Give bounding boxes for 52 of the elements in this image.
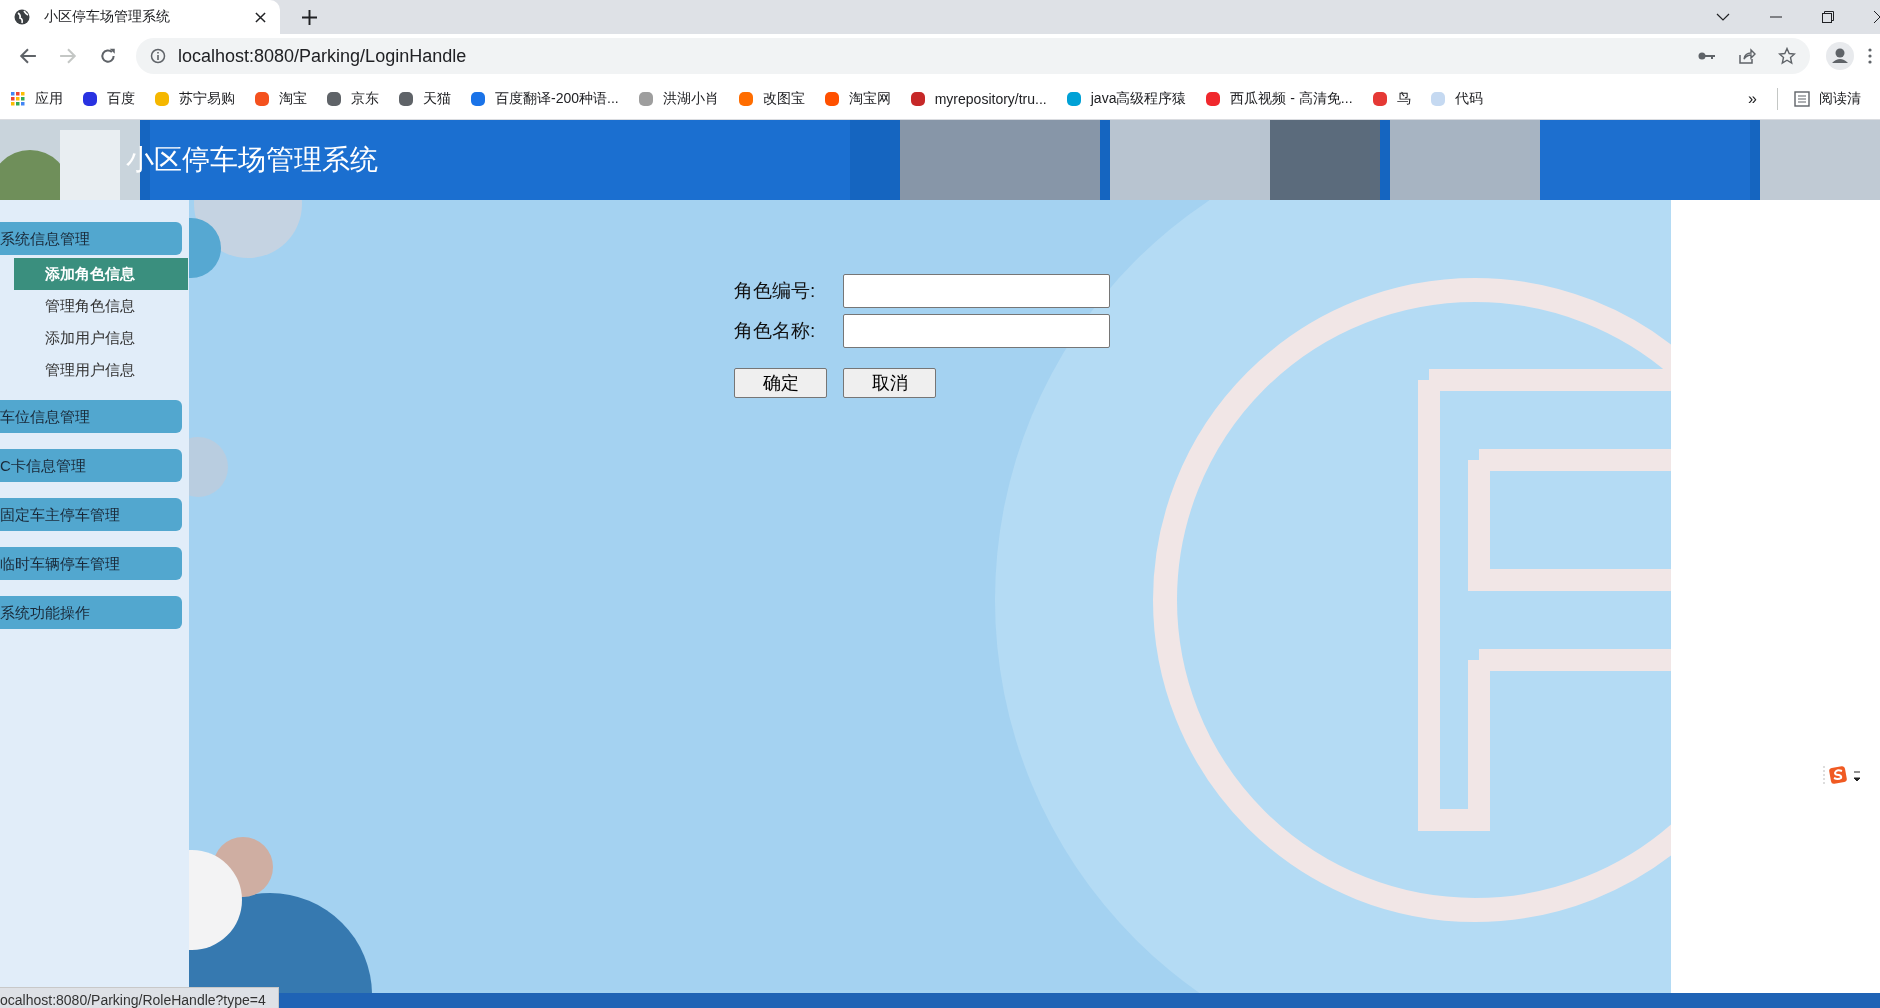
menu-header[interactable]: 系统信息管理 xyxy=(0,222,182,255)
bookmark-link[interactable]: 淘宝网 xyxy=(848,89,891,108)
back-icon[interactable] xyxy=(19,47,37,65)
tab-title: 小区停车场管理系统 xyxy=(44,8,171,26)
menu-header[interactable]: 固定车主停车管理 xyxy=(0,498,182,531)
status-url: ocalhost:8080/Parking/RoleHandle?type=4 xyxy=(0,987,279,1008)
menu-item[interactable]: 管理用户信息 xyxy=(14,354,188,386)
bookmark-link[interactable]: 百度 xyxy=(107,89,135,108)
restore-icon[interactable] xyxy=(1822,11,1834,23)
menu-item[interactable]: 管理角色信息 xyxy=(14,290,188,322)
bookmark-link[interactable]: myrepository/tru... xyxy=(934,90,1047,107)
bookmark-link[interactable]: 西瓜视频 - 高清免... xyxy=(1230,89,1353,108)
bookmark-link[interactable]: 百度翻译-200种语... xyxy=(495,89,619,108)
form-button[interactable]: 确定 xyxy=(734,368,827,398)
more-bookmarks-button[interactable]: » xyxy=(1748,89,1757,108)
bookmark-link[interactable]: 鸟 xyxy=(1396,89,1411,108)
reading-list-icon xyxy=(1794,90,1810,107)
star-icon[interactable] xyxy=(1778,47,1796,65)
globe-icon xyxy=(14,9,30,25)
reading-list-link[interactable]: 阅读清 xyxy=(1819,89,1861,108)
bookmark-link[interactable]: 改图宝 xyxy=(762,89,805,108)
address-bar[interactable]: localhost:8080/Parking/LoginHandle xyxy=(136,38,1810,74)
menu-icon[interactable] xyxy=(1868,48,1872,64)
field-label: 角色编号: xyxy=(734,279,817,303)
apps-icon xyxy=(10,90,26,107)
bookmark-link[interactable]: 天猫 xyxy=(423,89,451,108)
bookmark-link[interactable]: java高级程序猿 xyxy=(1090,89,1187,108)
browser-tab[interactable]: 小区停车场管理系统 xyxy=(0,0,280,34)
share-icon[interactable] xyxy=(1738,47,1756,65)
bookmark-link[interactable]: 洪湖小肖 xyxy=(662,89,719,108)
menu-item[interactable]: 添加角色信息 xyxy=(14,258,188,290)
new-tab-icon[interactable] xyxy=(302,9,317,25)
profile-icon[interactable] xyxy=(1826,42,1854,70)
ime-icon[interactable] xyxy=(1822,764,1862,786)
reload-icon[interactable] xyxy=(99,47,117,65)
bookmark-link[interactable]: 代码 xyxy=(1454,89,1483,108)
input-field[interactable] xyxy=(843,314,1110,348)
form-button[interactable]: 取消 xyxy=(843,368,936,398)
menu-item[interactable]: 添加用户信息 xyxy=(14,322,188,354)
info-icon xyxy=(150,48,166,64)
menu-header[interactable]: 临时车辆停车管理 xyxy=(0,547,182,580)
bookmark-link[interactable]: 苏宁易购 xyxy=(179,89,235,108)
menu-header[interactable]: 系统功能操作 xyxy=(0,596,182,629)
bookmark-link[interactable]: 应用 xyxy=(35,89,63,108)
menu-header[interactable]: C卡信息管理 xyxy=(0,449,182,482)
menu-header[interactable]: 车位信息管理 xyxy=(0,400,182,433)
url-text: localhost:8080/Parking/LoginHandle xyxy=(178,45,467,67)
chevron-down-icon[interactable] xyxy=(1716,13,1730,21)
bookmark-link[interactable]: 京东 xyxy=(351,89,379,108)
bookmark-link[interactable]: 淘宝 xyxy=(279,89,307,108)
field-label: 角色名称: xyxy=(734,319,817,343)
input-field[interactable] xyxy=(843,274,1110,308)
